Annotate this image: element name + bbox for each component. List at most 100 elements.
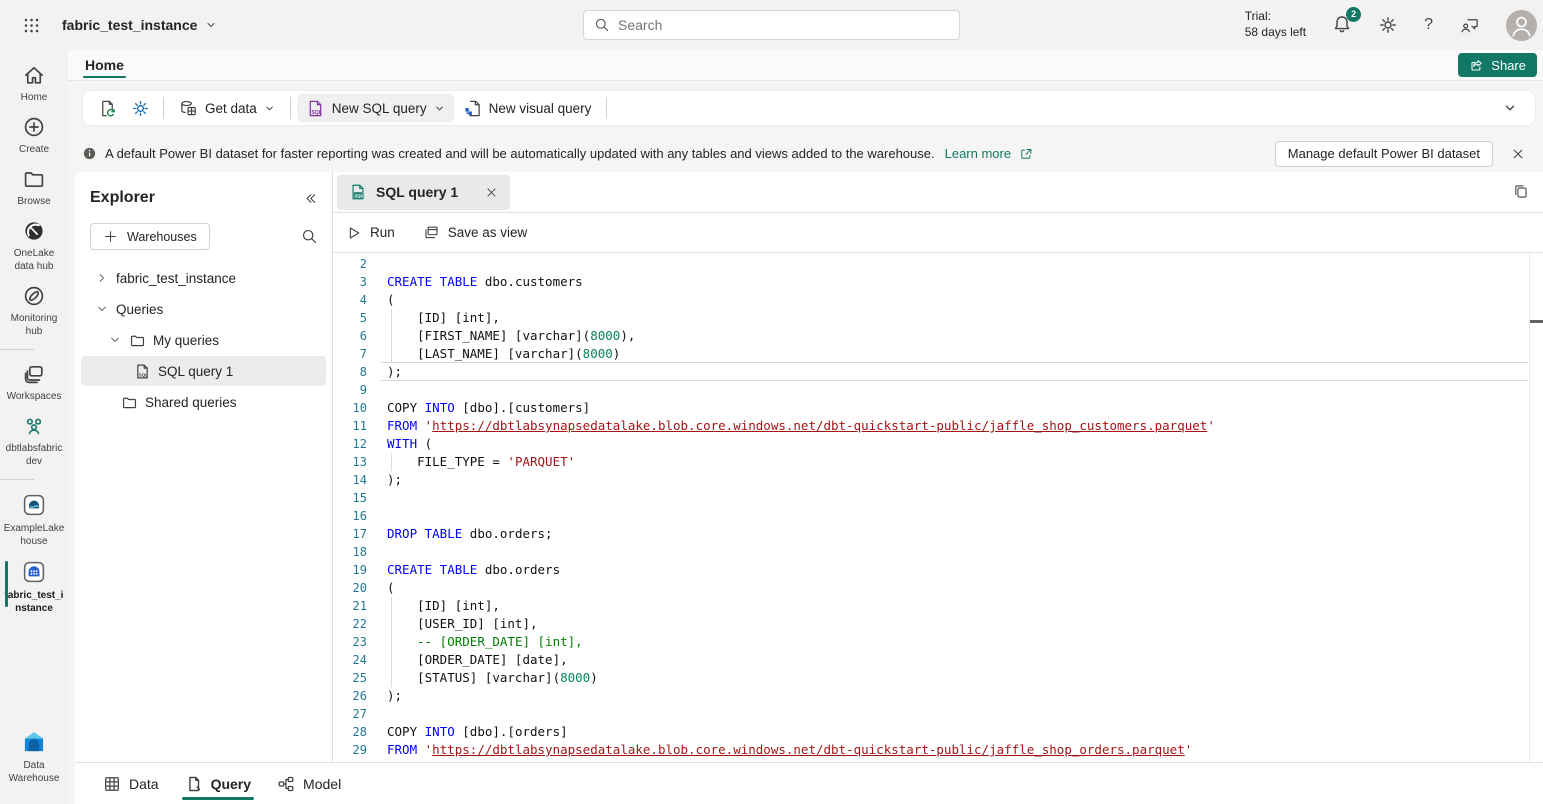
tab-home[interactable]: Home: [83, 50, 126, 80]
home-icon: [22, 63, 46, 87]
line-number: 12: [333, 435, 367, 453]
line-number: 24: [333, 651, 367, 669]
new-visual-query-button[interactable]: New visual query: [454, 94, 601, 122]
share-button[interactable]: Share: [1458, 53, 1537, 77]
save-as-view-icon: [423, 224, 440, 241]
warehouse-blue-icon: [21, 559, 47, 585]
search-input[interactable]: [618, 17, 949, 33]
banner-close-icon[interactable]: [1511, 147, 1525, 161]
data-warehouse-icon: [21, 729, 47, 755]
rail-item-workspaces[interactable]: Workspaces: [0, 362, 68, 403]
code-line: 3CREATE TABLE dbo.customers: [333, 273, 1543, 291]
rail-item-home[interactable]: Home: [0, 63, 68, 104]
rail-item-monitoring[interactable]: Monitoring hub: [0, 284, 68, 338]
code-line: 12WITH (: [333, 435, 1543, 453]
save-as-view-button[interactable]: Save as view: [423, 224, 528, 241]
toolbar-row: Get data SQL New SQL query: [68, 81, 1543, 135]
code-line: 26);: [333, 687, 1543, 705]
feedback-icon[interactable]: [1459, 15, 1480, 36]
browse-icon: [22, 167, 46, 191]
tab-sql-query-1[interactable]: SQL SQL query 1: [337, 175, 510, 210]
tab-close-icon[interactable]: [485, 186, 498, 199]
help-icon[interactable]: ?: [1424, 16, 1433, 34]
line-number: 14: [333, 471, 367, 489]
document-refresh-icon: [98, 99, 117, 118]
workspace-switcher[interactable]: fabric_test_instance: [62, 17, 217, 33]
svg-text:SQL: SQL: [355, 193, 364, 198]
svg-text:SQL: SQL: [311, 109, 322, 115]
sql-code-editor[interactable]: 23CREATE TABLE dbo.customers4(5 [ID] [in…: [333, 253, 1543, 762]
rail-item-onelake[interactable]: OneLake data hub: [0, 219, 68, 273]
view-tab-model[interactable]: Model: [271, 763, 347, 804]
query-doc-icon: [185, 775, 203, 793]
chevron-down-icon: [264, 103, 275, 114]
tree-item-label: Shared queries: [145, 395, 237, 410]
rail-item-examplelakehouse[interactable]: ExampleLakehouse: [0, 492, 68, 548]
collapse-panel-icon[interactable]: [303, 191, 318, 206]
tree-item[interactable]: Shared queries: [81, 387, 326, 417]
rail-item-label: Home: [21, 91, 48, 104]
chevron-right-icon[interactable]: [95, 272, 109, 284]
nav-rail-items: Home Create Browse OneLake data hub Monitori…: [0, 63, 68, 626]
toolbar-divider: [606, 97, 607, 119]
chevron-down-icon[interactable]: [95, 303, 109, 315]
get-data-button[interactable]: Get data: [170, 94, 284, 122]
line-number: 20: [333, 579, 367, 597]
explorer-panel: Explorer Warehouses: [75, 172, 332, 762]
tree-item-label: fabric_test_instance: [116, 271, 236, 286]
code-line: 16: [333, 507, 1543, 525]
tree-item[interactable]: SQLSQL query 1: [81, 356, 326, 386]
line-number: 5: [333, 309, 367, 327]
tree-item[interactable]: My queries: [81, 325, 326, 355]
rail-item-label: Create: [19, 143, 49, 156]
notifications-button[interactable]: 2: [1332, 14, 1352, 37]
settings-button[interactable]: [124, 94, 157, 122]
onelake-icon: [22, 219, 46, 243]
learn-more-link[interactable]: Learn more: [945, 146, 1011, 161]
workspaces-icon: [22, 362, 46, 386]
account-avatar[interactable]: [1506, 10, 1537, 41]
view-tab-label: Query: [211, 776, 251, 792]
notification-badge: 2: [1346, 7, 1361, 22]
folder-icon: [121, 394, 138, 411]
new-sql-query-button[interactable]: SQL New SQL query: [297, 94, 454, 122]
run-button[interactable]: Run: [346, 225, 395, 241]
view-tab-query[interactable]: Query: [179, 763, 257, 804]
line-number: 4: [333, 291, 367, 309]
code-line: 21 [ID] [int],: [333, 597, 1543, 615]
code-line: 9: [333, 381, 1543, 399]
editor-overview-ruler[interactable]: [1529, 253, 1543, 762]
people-icon: [22, 414, 46, 438]
line-number: 6: [333, 327, 367, 345]
rail-item-create[interactable]: Create: [0, 115, 68, 156]
chevron-down-icon[interactable]: [108, 334, 122, 346]
code-line: 7 [LAST_NAME] [varchar](8000): [333, 345, 1543, 363]
refresh-report-button[interactable]: [91, 94, 124, 122]
rail-item-label: Workspaces: [7, 390, 62, 403]
manage-default-dataset-button[interactable]: Manage default Power BI dataset: [1275, 141, 1493, 167]
rail-divider: [0, 479, 34, 480]
line-number: 19: [333, 561, 367, 579]
settings-gear-icon[interactable]: [1378, 15, 1398, 35]
line-number: 17: [333, 525, 367, 543]
code-line: 6 [FIRST_NAME] [varchar](8000),: [333, 327, 1543, 345]
code-line: 17DROP TABLE dbo.orders;: [333, 525, 1543, 543]
explorer-search-icon[interactable]: [301, 228, 318, 245]
new-warehouse-button[interactable]: Warehouses: [90, 223, 210, 250]
ribbon-collapse-chevron-icon[interactable]: [1503, 101, 1527, 115]
copy-icon[interactable]: [1512, 183, 1529, 200]
line-number: 8: [333, 363, 367, 381]
rail-item-browse[interactable]: Browse: [0, 167, 68, 208]
view-tab-data[interactable]: Data: [97, 763, 165, 804]
rail-item-data-warehouse[interactable]: Data Warehouse: [0, 729, 68, 785]
rail-item-dbtlabsfabricdev[interactable]: dbtlabsfabricdev: [0, 414, 68, 468]
query-actions-bar: Run Save as view: [333, 213, 1543, 253]
view-switcher-bar: Data Query Model: [75, 762, 1543, 804]
tree-item[interactable]: Queries: [81, 294, 326, 324]
tree-item[interactable]: fabric_test_instance: [81, 263, 326, 293]
rail-item-fabric-test-instance[interactable]: fabric_test_instance: [0, 559, 68, 615]
nav-rail: Home Create Browse OneLake data hub Monitori…: [0, 50, 68, 804]
tree-item-label: My queries: [153, 333, 219, 348]
app-launcher-button[interactable]: [0, 17, 62, 34]
trial-status: Trial: 58 days left: [1245, 9, 1306, 40]
